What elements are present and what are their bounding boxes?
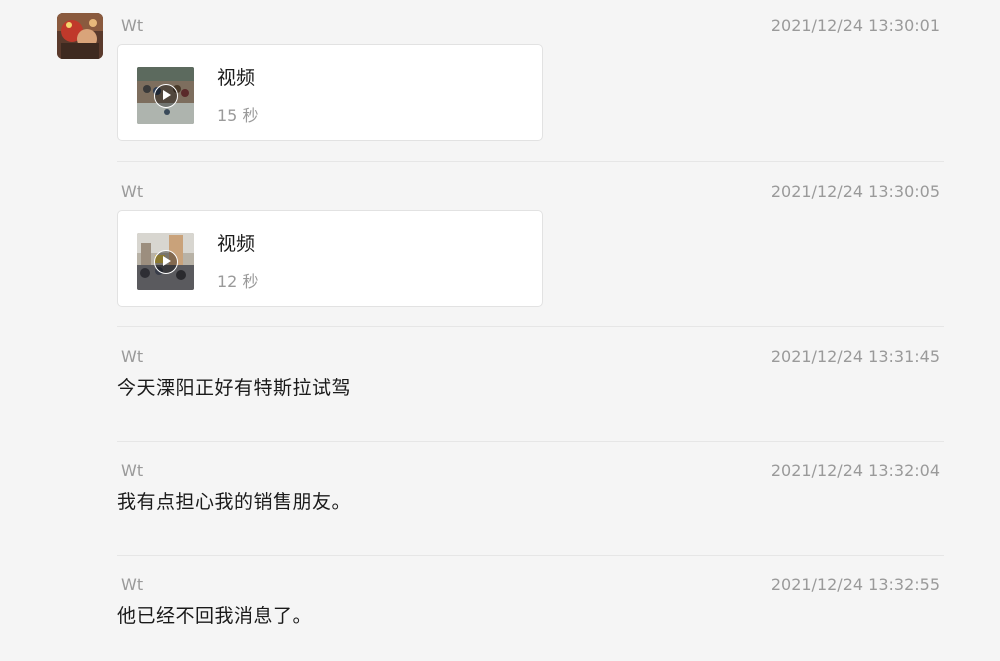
sender-name: Wt	[121, 182, 144, 201]
message-item: Wt 2021/12/24 13:30:01 视频 15 秒	[117, 16, 944, 146]
message-divider	[117, 441, 944, 442]
video-title: 视频	[217, 233, 256, 255]
message-text: 今天溧阳正好有特斯拉试驾	[117, 377, 352, 399]
message-divider	[117, 326, 944, 327]
video-duration: 12 秒	[217, 272, 259, 291]
message-item: Wt 2021/12/24 13:32:55 他已经不回我消息了。	[117, 575, 944, 645]
user-avatar[interactable]	[57, 13, 103, 59]
video-duration: 15 秒	[217, 106, 259, 125]
sender-name: Wt	[121, 16, 144, 35]
message-timestamp: 2021/12/24 13:32:04	[770, 461, 940, 480]
message-divider	[117, 555, 944, 556]
message-divider	[117, 161, 944, 162]
video-card[interactable]: 视频 15 秒	[117, 44, 543, 141]
video-title: 视频	[217, 67, 256, 89]
message-timestamp: 2021/12/24 13:30:01	[770, 16, 940, 35]
video-card[interactable]: 视频 12 秒	[117, 210, 543, 307]
play-icon[interactable]	[153, 249, 178, 274]
message-item: Wt 2021/12/24 13:30:05 视频 12 秒	[117, 182, 944, 312]
sender-name: Wt	[121, 461, 144, 480]
avatar-image	[57, 13, 103, 59]
video-thumbnail[interactable]	[137, 233, 194, 290]
message-timestamp: 2021/12/24 13:31:45	[770, 347, 940, 366]
message-item: Wt 2021/12/24 13:31:45 今天溧阳正好有特斯拉试驾	[117, 347, 944, 417]
sender-name: Wt	[121, 347, 144, 366]
sender-name: Wt	[121, 575, 144, 594]
chat-message-list: Wt 2021/12/24 13:30:01 视频 15 秒 Wt 2021/1…	[0, 0, 1000, 661]
message-timestamp: 2021/12/24 13:30:05	[770, 182, 940, 201]
message-timestamp: 2021/12/24 13:32:55	[770, 575, 940, 594]
message-text: 我有点担心我的销售朋友。	[117, 491, 352, 513]
message-item: Wt 2021/12/24 13:32:04 我有点担心我的销售朋友。	[117, 461, 944, 531]
play-icon[interactable]	[153, 83, 178, 108]
message-text: 他已经不回我消息了。	[117, 605, 313, 627]
video-thumbnail[interactable]	[137, 67, 194, 124]
